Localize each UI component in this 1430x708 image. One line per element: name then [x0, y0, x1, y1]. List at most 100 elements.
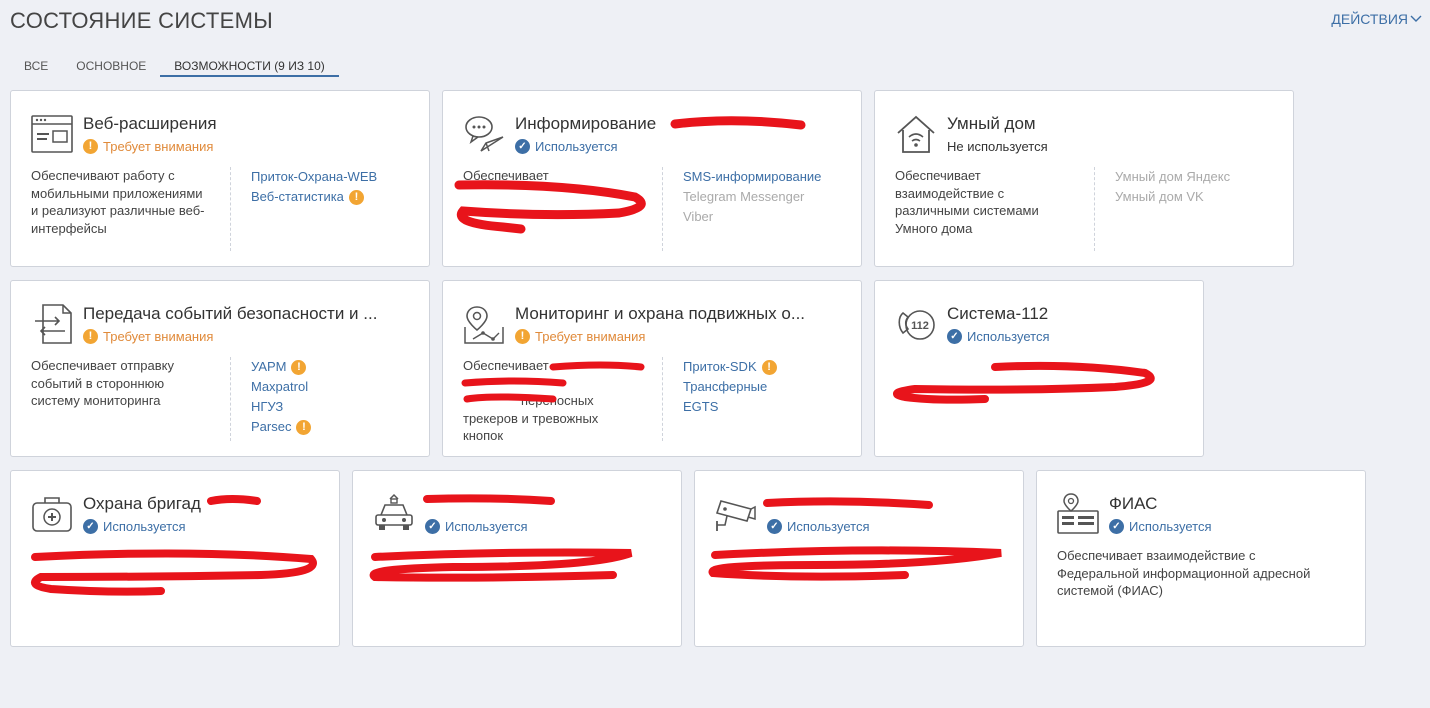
description-line: систему мониторинга — [31, 393, 161, 408]
description-line: интерфейсы — [31, 220, 107, 236]
card-video-surveillance[interactable]: ✓ Используется — [694, 470, 1024, 647]
description-line: трекеров и тревожных — [463, 410, 599, 426]
link-label[interactable]: Трансферные — [683, 377, 767, 397]
warning-icon: ! — [83, 139, 98, 154]
card-system-112[interactable]: 112 Система-112 ✓ Используется — [874, 280, 1204, 457]
card-ambulance-guard[interactable]: Охрана бригад ✓ Используется — [10, 470, 340, 647]
status-badge: Не используется — [947, 139, 1048, 154]
link-pritok-sdk[interactable]: Приток-SDK! — [683, 357, 777, 377]
link-egts[interactable]: EGTS — [683, 397, 777, 417]
link-label[interactable]: Приток-Охрана-WEB — [251, 167, 377, 187]
description-line: Обеспечивает — [463, 358, 549, 373]
status-badge: ✓ Используется — [1109, 519, 1212, 534]
link-label[interactable]: SMS-информирование — [683, 167, 821, 187]
checkmark-icon: ✓ — [515, 139, 530, 154]
chat-bubbles-icon — [465, 116, 504, 152]
description-line: Обеспечивает отправку — [31, 358, 175, 373]
link-label[interactable]: НГУЗ — [251, 397, 283, 417]
tab-all[interactable]: ВСЕ — [10, 55, 62, 77]
checkmark-icon: ✓ — [767, 519, 782, 534]
card-description: Обеспечивает переносных трекеров и трево… — [463, 357, 653, 445]
card-event-transfer[interactable]: Передача событий безопасности и ... ! Тре… — [10, 280, 430, 457]
link-vk-home: Умный дом VK — [1115, 187, 1230, 207]
link-parsec[interactable]: Parsec! — [251, 417, 312, 437]
card-title: Передача событий безопасности и ... — [83, 304, 378, 323]
card-informing[interactable]: Информирование ✓ Используется Обеспечивае… — [442, 90, 862, 267]
divider — [230, 357, 231, 441]
link-label[interactable]: Maxpatrol — [251, 377, 308, 397]
svg-text:112: 112 — [911, 320, 929, 332]
link-uarm[interactable]: УАРМ! — [251, 357, 311, 377]
status-badge: ! Требует внимания — [83, 329, 213, 344]
card-title: Веб-расширения — [83, 114, 217, 133]
link-sms[interactable]: SMS-информирование — [683, 167, 821, 187]
status-badge: ! Требует внимания — [515, 329, 645, 344]
divider — [1094, 167, 1095, 251]
smart-home-icon — [897, 115, 935, 153]
status-text: Используется — [967, 329, 1050, 344]
description-line: различными системами — [895, 203, 1039, 218]
warning-icon: ! — [291, 359, 307, 375]
link-label[interactable]: УАРМ — [251, 357, 286, 377]
link-maxpatrol[interactable]: Maxpatrol — [251, 377, 311, 397]
card-smart-home[interactable]: Умный дом Не используется Обеспечивает в… — [874, 90, 1294, 267]
link-transfer[interactable]: Трансферные — [683, 377, 777, 397]
status-text: Используется — [103, 519, 186, 534]
feature-links: Приток-Охрана-WEB Веб-статистика! — [251, 167, 377, 207]
status-text: Используется — [535, 139, 618, 154]
description-line: Обеспечивает — [463, 168, 549, 183]
card-fias[interactable]: ФИАС ✓ Используется Обеспечивает взаимоде… — [1036, 470, 1366, 647]
status-badge: ✓ Используется — [83, 519, 186, 534]
warning-icon: ! — [348, 189, 364, 205]
status-text: Не используется — [947, 139, 1048, 154]
link-telegram: Telegram Messenger — [683, 187, 821, 207]
status-text: Требует внимания — [535, 329, 646, 344]
link-nguz[interactable]: НГУЗ — [251, 397, 311, 417]
description-line — [463, 375, 653, 393]
checkmark-icon: ✓ — [1109, 519, 1124, 534]
checkmark-icon: ✓ — [425, 519, 440, 534]
divider — [230, 167, 231, 251]
feature-links: УАРМ! Maxpatrol НГУЗ Parsec! — [251, 357, 312, 437]
tab-main[interactable]: ОСНОВНОЕ — [62, 55, 160, 77]
status-text: Используется — [787, 519, 870, 534]
card-web-extensions[interactable]: Веб-расширения ! Требует внимания Обеспеч… — [10, 90, 430, 267]
description-line: событий в стороннюю — [31, 375, 165, 391]
link-label: Viber — [683, 209, 714, 224]
link-web-stats[interactable]: Веб-статистика! — [251, 187, 377, 207]
status-badge: ✓ Используется — [425, 519, 528, 534]
chevron-down-icon — [1410, 15, 1422, 22]
actions-label[interactable]: ДЕЙСТВИЯ — [1331, 11, 1408, 27]
browser-window-icon — [31, 115, 73, 153]
warning-icon: ! — [761, 359, 777, 375]
tab-features[interactable]: ВОЗМОЖНОСТИ (9 ИЗ 10) — [160, 55, 339, 77]
tab-bar: ВСЕ ОСНОВНОЕ ВОЗМОЖНОСТИ (9 ИЗ 10) — [10, 55, 339, 77]
page-title: СОСТОЯНИЕ СИСТЕМЫ — [10, 8, 273, 33]
link-label[interactable]: Веб-статистика — [251, 187, 344, 207]
address-card-icon — [1057, 493, 1099, 534]
checkmark-icon: ✓ — [83, 519, 98, 534]
card-title: Система-112 — [947, 304, 1049, 323]
actions-dropdown[interactable]: ДЕЙСТВИЯ — [1331, 11, 1422, 27]
card-title: ФИАС — [1109, 494, 1158, 513]
warning-icon: ! — [83, 329, 98, 344]
map-route-icon — [464, 306, 504, 344]
phone-112-icon: 112 — [898, 310, 935, 340]
transfer-arrows-icon — [35, 304, 72, 344]
description-line: Умного дома — [895, 220, 973, 236]
status-badge: ✓ Используется — [515, 139, 618, 154]
link-label[interactable]: EGTS — [683, 397, 718, 417]
description-line: кнопок — [463, 428, 504, 443]
link-pritok-web[interactable]: Приток-Охрана-WEB — [251, 167, 377, 187]
card-mobile-monitoring[interactable]: Мониторинг и охрана подвижных о... ! Треб… — [442, 280, 862, 457]
card-description: Обеспечивает — [463, 167, 653, 185]
link-label[interactable]: Приток-SDK — [683, 357, 757, 377]
checkmark-icon: ✓ — [947, 329, 962, 344]
status-text: Требует внимания — [103, 329, 214, 344]
link-label[interactable]: Parsec — [251, 417, 291, 437]
first-aid-kit-icon — [32, 497, 72, 532]
warning-icon: ! — [515, 329, 530, 344]
card-patrol[interactable]: ✓ Используется — [352, 470, 682, 647]
status-badge: ✓ Используется — [767, 519, 870, 534]
card-description: Обеспечивает взаимодействие с различными… — [895, 167, 1085, 237]
